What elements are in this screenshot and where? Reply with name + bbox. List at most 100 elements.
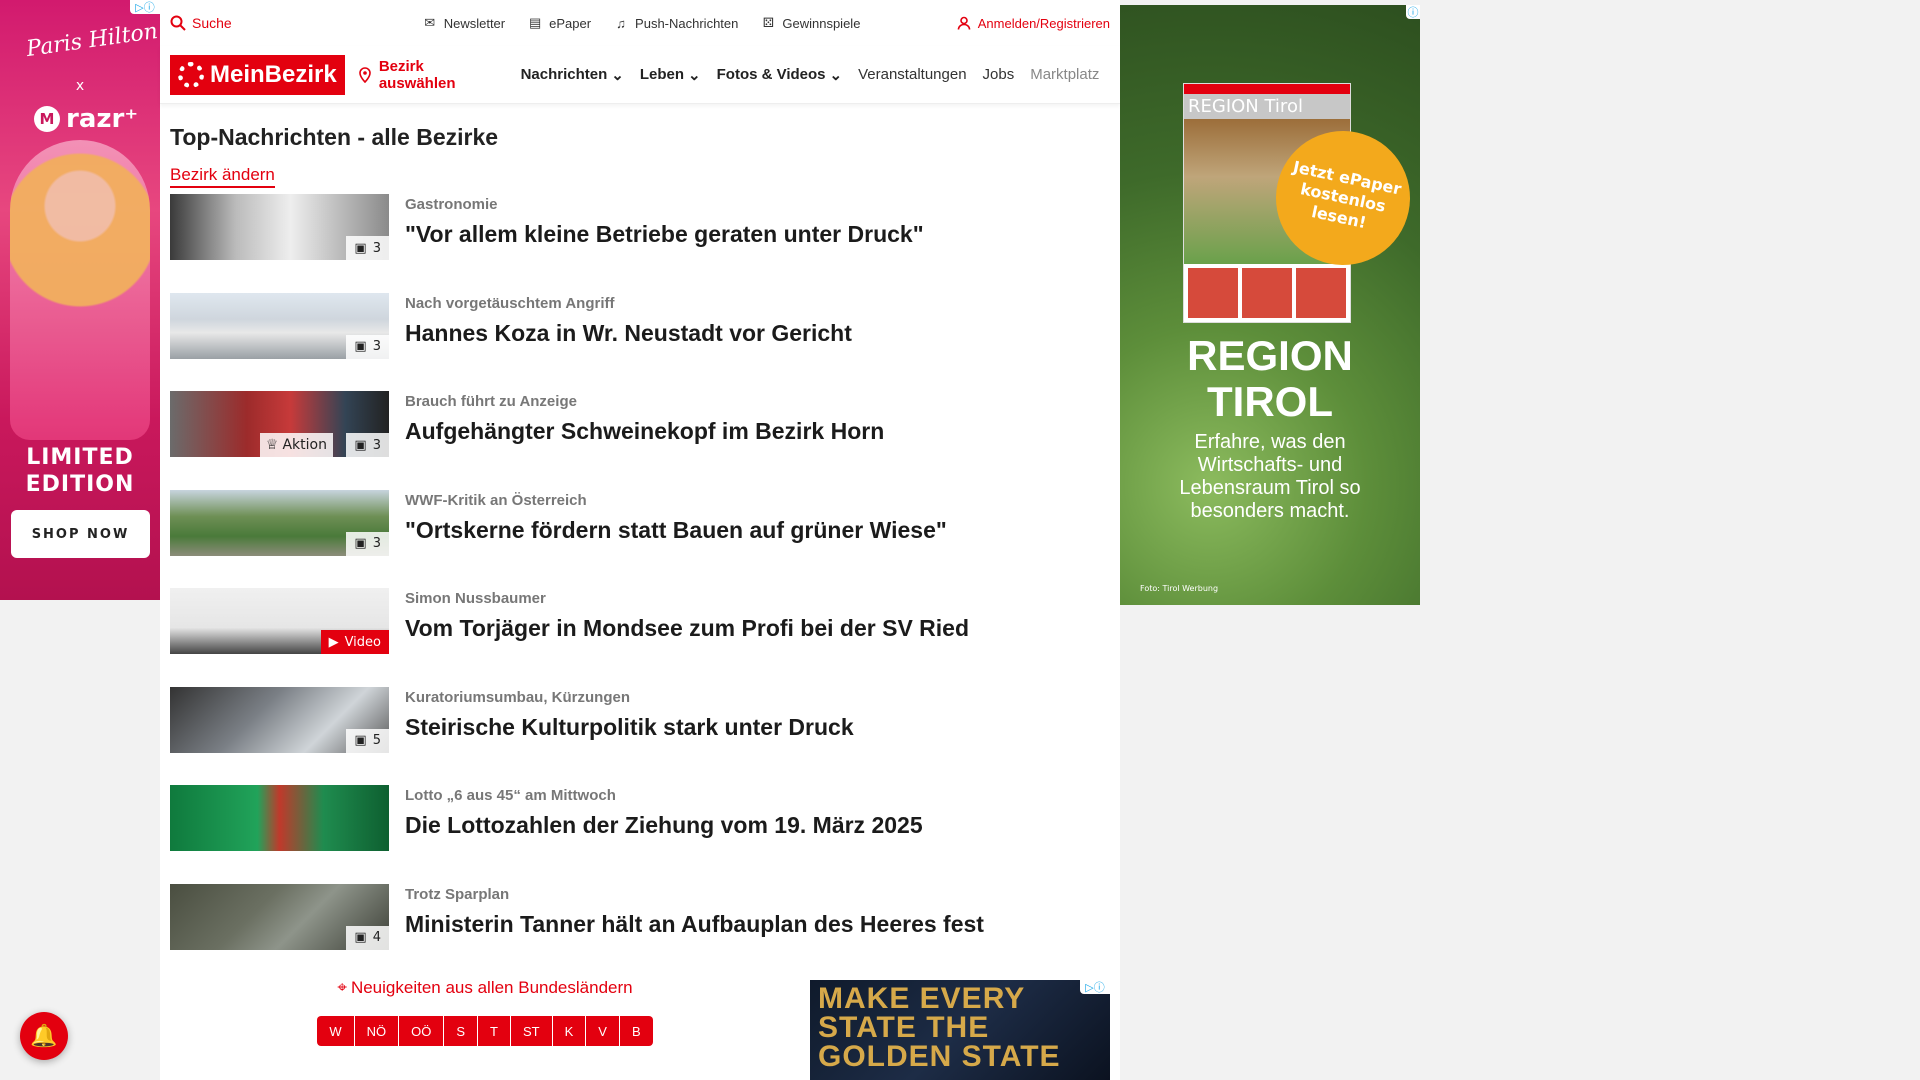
- notification-bell-button[interactable]: 🔔: [20, 1012, 68, 1060]
- gallery-icon: ▣: [354, 536, 367, 551]
- article-title[interactable]: Ministerin Tanner hält an Aufbauplan des…: [405, 911, 984, 938]
- article-thumbnail[interactable]: ▣ 5: [170, 686, 389, 753]
- bundesland-button-noe[interactable]: NÖ: [354, 1016, 400, 1046]
- main-navigation: MeinBezirk Bezirk auswählen Nachrichten ⌄…: [160, 46, 1120, 104]
- gallery-count-badge: ▣ 3: [346, 236, 389, 260]
- trophy-icon: ♕: [265, 437, 279, 453]
- article-item[interactable]: ▣ 3 WWF-Kritik an Österreich "Ortskerne fö…: [170, 489, 1120, 589]
- article-item[interactable]: ▣ 5 Kuratoriumsumbau, Kürzungen Steirische…: [170, 686, 1120, 786]
- bundesland-button-b[interactable]: B: [619, 1016, 653, 1046]
- article-thumbnail[interactable]: [170, 785, 389, 851]
- article-title[interactable]: "Ortskerne fördern statt Bauen auf grüne…: [405, 517, 947, 544]
- nav-nachrichten[interactable]: Nachrichten ⌄: [521, 66, 624, 84]
- gallery-icon: ▣: [354, 240, 367, 256]
- article-title[interactable]: Aufgehängter Schweinekopf im Bezirk Horn: [405, 418, 884, 445]
- article-thumbnail[interactable]: ▣ 3: [170, 489, 389, 556]
- meinbezirk-logo[interactable]: MeinBezirk: [170, 54, 345, 95]
- gallery-count-badge: ▣ 4: [346, 925, 389, 950]
- article-thumbnail[interactable]: ♕ Aktion ▣ 3: [170, 391, 389, 457]
- location-pin-icon: ⌖: [337, 978, 347, 997]
- bundeslaender-title[interactable]: ⌖ Neuigkeiten aus allen Bundesländern: [337, 978, 632, 998]
- aktion-badge: ♕ Aktion: [259, 433, 333, 457]
- newspaper-icon: ▤: [528, 15, 542, 30]
- motorola-logo-icon: M: [34, 106, 60, 132]
- play-icon: ▶: [328, 634, 339, 650]
- article-thumbnail[interactable]: ▣ 4: [170, 883, 389, 950]
- article-title[interactable]: Hannes Koza in Wr. Neustadt vor Gericht: [405, 320, 852, 347]
- bundeslaender-section: ⌖ Neuigkeiten aus allen Bundesländern W N…: [160, 978, 810, 1046]
- article-list: ▣ 3 Gastronomie "Vor allem kleine Betriebe…: [160, 194, 1120, 982]
- bundesland-button-s[interactable]: S: [444, 1016, 479, 1046]
- article-item[interactable]: Lotto „6 aus 45“ am Mittwoch Die Lottozah…: [170, 785, 1120, 884]
- gallery-count-badge: ▣ 5: [346, 728, 389, 753]
- article-item[interactable]: ♕ Aktion ▣ 3 Brauch führt zu Anzeige Aufgeh…: [170, 391, 1120, 490]
- article-title[interactable]: "Vor allem kleine Betriebe geraten unter…: [405, 221, 924, 248]
- article-category: WWF-Kritik an Österreich: [405, 491, 587, 509]
- ad-x: x: [75, 78, 85, 94]
- nav-marktplatz[interactable]: Marktplatz: [1030, 66, 1099, 84]
- bundesland-button-ooe[interactable]: OÖ: [399, 1016, 445, 1046]
- article-category: Gastronomie: [405, 196, 498, 213]
- bundesland-button-v[interactable]: V: [586, 1016, 620, 1046]
- nav-fotos-videos[interactable]: Fotos & Videos ⌄: [717, 66, 842, 84]
- login-link[interactable]: Anmelden/Registrieren: [956, 15, 1110, 31]
- gallery-icon: ▣: [354, 733, 367, 748]
- gallery-count-badge: ▣ 3: [346, 433, 389, 457]
- gallery-icon: ▣: [354, 437, 367, 453]
- ad-banner-text: MAKE EVERY STATE THE GOLDEN STATE: [818, 982, 1061, 1073]
- logo-sun-icon: [178, 61, 204, 88]
- article-category: Lotto „6 aus 45“ am Mittwoch: [405, 787, 616, 804]
- article-title[interactable]: Steirische Kulturpolitik stark unter Dru…: [405, 714, 854, 741]
- adchoices-icon[interactable]: ▷ⓘ: [1080, 980, 1110, 994]
- search-link[interactable]: Suche: [170, 15, 232, 31]
- ad-image: [10, 140, 150, 440]
- article-thumbnail[interactable]: ▶ Video: [170, 588, 389, 654]
- article-title[interactable]: Vom Torjäger in Mondsee zum Profi bei de…: [405, 615, 969, 642]
- location-pin-icon: [357, 66, 373, 83]
- dice-icon: ⚄: [762, 15, 775, 30]
- bundesland-button-w[interactable]: W: [317, 1016, 355, 1046]
- top-utility-bar: Suche ✉ Newsletter ▤ ePaper ♫ Push-Nachrich…: [160, 0, 1120, 46]
- ad-headline: REGION TIROL: [1187, 332, 1353, 425]
- article-item[interactable]: ▣ 3 Nach vorgetäuschtem Angriff Hannes Koz…: [170, 292, 1120, 392]
- article-category: Simon Nussbaumer: [405, 590, 546, 607]
- nav-leben[interactable]: Leben ⌄: [640, 66, 701, 84]
- article-item[interactable]: ▣ 3 Gastronomie "Vor allem kleine Betriebe…: [170, 194, 1120, 293]
- article-title[interactable]: Die Lottozahlen der Ziehung vom 19. März…: [405, 812, 923, 839]
- bell-icon: 🔔: [30, 1023, 58, 1049]
- nav-veranstaltungen[interactable]: Veranstaltungen: [858, 66, 966, 84]
- change-bezirk-link[interactable]: Bezirk ändern: [170, 165, 275, 188]
- bundesland-button-t[interactable]: T: [478, 1016, 511, 1046]
- bundesland-button-group: W NÖ OÖ S T ST K V B: [317, 1016, 653, 1046]
- ad-shop-now-button[interactable]: SHOP NOW: [11, 510, 150, 558]
- bell-icon: ♫: [616, 15, 626, 31]
- chevron-down-icon: ⌄: [611, 66, 624, 84]
- article-category: Trotz Sparplan: [405, 885, 510, 903]
- chevron-down-icon: ⌄: [688, 66, 701, 84]
- article-category: Brauch führt zu Anzeige: [405, 393, 577, 410]
- article-thumbnail[interactable]: ▣ 3: [170, 292, 389, 359]
- ad-skyscraper-left[interactable]: Paris Hilton x Mrazr⁺ LIMITED EDITION SH…: [0, 0, 160, 600]
- article-category: Nach vorgetäuschtem Angriff: [405, 294, 615, 312]
- adchoices-icon[interactable]: ⓘ: [1406, 5, 1420, 19]
- user-icon: [956, 15, 972, 31]
- ad-headline: LIMITED EDITION: [25, 445, 135, 497]
- bundesland-button-st[interactable]: ST: [511, 1016, 553, 1046]
- gallery-count-badge: ▣ 3: [346, 531, 389, 556]
- bezirk-select-button[interactable]: Bezirk auswählen: [357, 58, 505, 92]
- bundesland-button-k[interactable]: K: [552, 1016, 587, 1046]
- article-thumbnail[interactable]: ▣ 3: [170, 194, 389, 260]
- adchoices-icon[interactable]: ▷ⓘ: [130, 0, 160, 14]
- ad-skyscraper-right[interactable]: REGION Tirol Jetzt ePaper kostenlos lese…: [1120, 5, 1420, 605]
- epaper-link[interactable]: ▤ ePaper: [527, 15, 591, 31]
- article-item[interactable]: ▣ 4 Trotz Sparplan Ministerin Tanner hält …: [170, 883, 1120, 983]
- ad-banner-bottom[interactable]: MAKE EVERY STATE THE GOLDEN STATE ▷ⓘ: [810, 980, 1110, 1080]
- newsletter-link[interactable]: ✉ Newsletter: [422, 15, 505, 31]
- ad-description: Erfahre, was den Wirtschafts- und Lebens…: [1179, 431, 1361, 522]
- ad-brand: Mrazr⁺: [34, 104, 138, 134]
- ad-photo-credit: Foto: Tirol Werbung: [1140, 584, 1219, 593]
- nav-jobs[interactable]: Jobs: [983, 66, 1015, 84]
- article-item[interactable]: ▶ Video Simon Nussbaumer Vom Torjäger in M…: [170, 588, 1120, 687]
- push-link[interactable]: ♫ Push-Nachrichten: [613, 15, 738, 31]
- gewinnspiele-link[interactable]: ⚄ Gewinnspiele: [760, 15, 861, 31]
